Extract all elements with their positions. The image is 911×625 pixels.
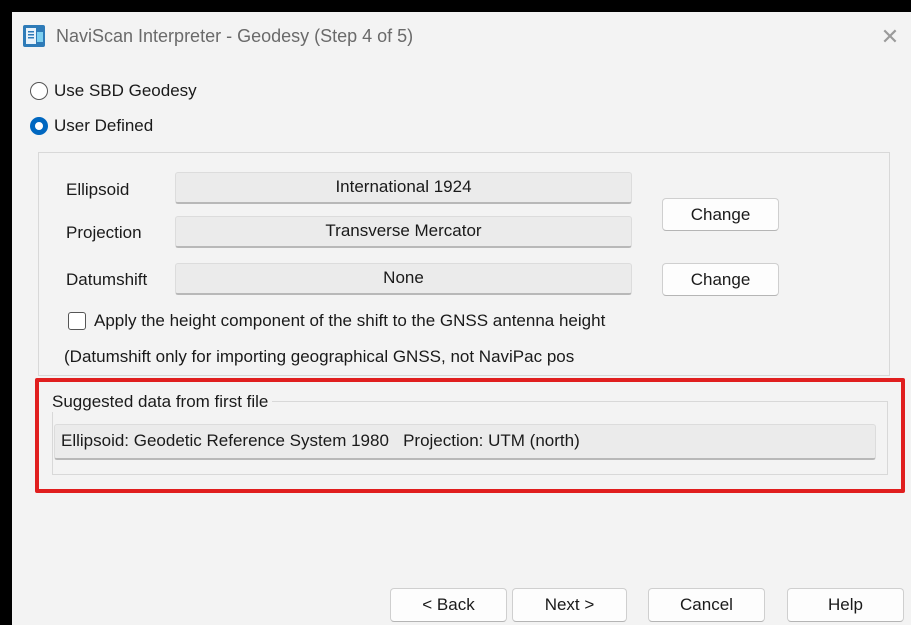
user-defined-option[interactable]: User Defined xyxy=(30,116,153,136)
cancel-button[interactable]: Cancel xyxy=(648,588,765,622)
change-datumshift-button[interactable]: Change xyxy=(662,263,779,296)
window-title: NaviScan Interpreter - Geodesy (Step 4 o… xyxy=(56,26,414,46)
datumshift-value: None xyxy=(175,263,632,295)
radio-button-checked[interactable] xyxy=(30,117,48,135)
apply-height-checkbox-row[interactable]: Apply the height component of the shift … xyxy=(68,311,605,331)
apply-height-checkbox[interactable] xyxy=(68,312,86,330)
screenshot-border-left xyxy=(0,0,12,625)
next-button[interactable]: Next > xyxy=(512,588,627,622)
title-bar: NaviScan Interpreter - Geodesy (Step 4 o… xyxy=(12,12,911,62)
change-ellipsoid-projection-button[interactable]: Change xyxy=(662,198,779,231)
ellipsoid-label: Ellipsoid xyxy=(66,180,130,199)
geodesy-dialog: NaviScan Interpreter - Geodesy (Step 4 o… xyxy=(0,0,911,625)
projection-value: Transverse Mercator xyxy=(175,216,632,248)
help-button[interactable]: Help xyxy=(787,588,904,622)
datumshift-label: Datumshift xyxy=(66,270,148,289)
close-icon[interactable]: ✕ xyxy=(875,22,905,52)
screenshot-border-top xyxy=(0,0,911,12)
use-sbd-geodesy-option[interactable]: Use SBD Geodesy xyxy=(30,81,197,101)
ellipsoid-value: International 1924 xyxy=(175,172,632,204)
radio-button-unchecked[interactable] xyxy=(30,82,48,100)
user-defined-label: User Defined xyxy=(54,116,154,135)
datumshift-note: (Datumshift only for importing geographi… xyxy=(64,347,575,366)
red-highlight-frame xyxy=(35,378,905,493)
projection-label: Projection xyxy=(66,223,142,242)
apply-height-label: Apply the height component of the shift … xyxy=(94,311,606,330)
back-button[interactable]: < Back xyxy=(390,588,507,622)
naviscan-app-icon xyxy=(23,25,45,47)
use-sbd-geodesy-label: Use SBD Geodesy xyxy=(54,81,197,100)
